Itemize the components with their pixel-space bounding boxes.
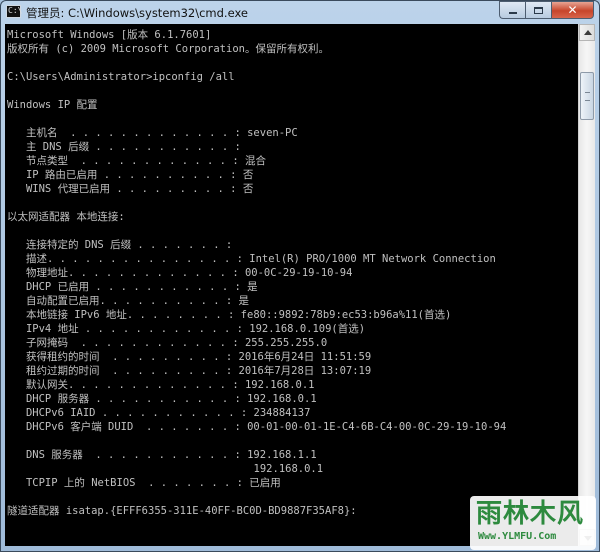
- console-line: 版权所有 (c) 2009 Microsoft Corporation。保留所有…: [7, 43, 329, 55]
- close-icon: ✕: [567, 3, 578, 17]
- console-line: DHCPv6 IAID . . . . . . . . . . . : 2348…: [7, 407, 311, 419]
- grip-icon: [585, 92, 590, 101]
- console-line: Windows IP 配置: [7, 99, 98, 111]
- watermark-url: Www.YLMFU.Com: [478, 531, 557, 542]
- console-line: 默认网关. . . . . . . . . . . . . : 192.168.…: [7, 379, 315, 391]
- console-line: 描述. . . . . . . . . . . . . . . : Intel(…: [7, 253, 496, 265]
- site-watermark: 雨林木风 Www.YLMFU.Com: [470, 496, 596, 550]
- window-title: 管理员: C:\Windows\system32\cmd.exe: [26, 6, 248, 20]
- console-line: IPv4 地址 . . . . . . . . . . . . : 192.16…: [7, 323, 366, 335]
- window-controls: ✕: [499, 1, 594, 19]
- console-line: 节点类型 . . . . . . . . . . . . : 混合: [7, 155, 266, 167]
- console-line: DHCPv6 客户端 DUID . . . . . . . : 00-01-00…: [7, 421, 507, 433]
- minimize-icon: [508, 12, 517, 14]
- console-line: 物理地址. . . . . . . . . . . . . : 00-0C-29…: [7, 267, 353, 279]
- console-line: 子网掩码 . . . . . . . . . . . . : 255.255.2…: [7, 337, 328, 349]
- console-line: WINS 代理已启用 . . . . . . . . . : 否: [7, 183, 254, 195]
- console-line: 获得租约的时间 . . . . . . . . . : 2016年6月24日 1…: [7, 351, 372, 363]
- console-line: C:\Users\Administrator>ipconfig /all: [7, 71, 235, 83]
- console-line: 本地链接 IPv6 地址. . . . . . . . : fe80::9892…: [7, 309, 452, 321]
- console-line: TCPIP 上的 NetBIOS . . . . . . . : 已启用: [7, 477, 281, 489]
- title-bar[interactable]: C:\ 管理员: C:\Windows\system32\cmd.exe ✕: [1, 1, 599, 24]
- console-line: 以太网适配器 本地连接:: [7, 211, 125, 223]
- console-line: DHCP 服务器 . . . . . . . . . . . : 192.168…: [7, 393, 317, 405]
- maximize-icon: [534, 6, 543, 14]
- console-line: 192.168.0.1: [7, 463, 324, 475]
- console-output[interactable]: Microsoft Windows [版本 6.1.7601] 版权所有 (c) …: [5, 24, 578, 546]
- minimize-button[interactable]: [499, 1, 525, 19]
- cmd-icon[interactable]: C:\: [6, 5, 22, 18]
- maximize-button[interactable]: [525, 1, 551, 19]
- console-window: C:\ 管理员: C:\Windows\system32\cmd.exe ✕ M…: [0, 0, 600, 552]
- console-line: 主 DNS 后缀 . . . . . . . . . . . :: [7, 141, 241, 153]
- console-line: 隧道适配器 isatap.{EFFF6355-311E-40FF-BC0D-BD…: [7, 505, 357, 517]
- console-line: 主机名 . . . . . . . . . . . . . : seven-PC: [7, 127, 298, 139]
- scroll-up-arrow-icon: [584, 30, 592, 35]
- console-line: 连接特定的 DNS 后缀 . . . . . . . :: [7, 239, 233, 251]
- vertical-scrollbar[interactable]: [578, 24, 595, 546]
- scrollbar-thumb[interactable]: [580, 72, 594, 120]
- close-button[interactable]: ✕: [551, 1, 594, 19]
- console-line: DNS 服务器 . . . . . . . . . . . : 192.168.…: [7, 449, 317, 461]
- console-line: 租约过期的时间 . . . . . . . . . : 2016年7月28日 1…: [7, 365, 372, 377]
- scroll-up-button[interactable]: [579, 24, 595, 41]
- console-line: DHCP 已启用 . . . . . . . . . . . : 是: [7, 281, 258, 293]
- console-line: Microsoft Windows [版本 6.1.7601]: [7, 29, 212, 41]
- watermark-logo: 雨林木风: [476, 499, 585, 529]
- console-line: IP 路由已启用 . . . . . . . . . . : 否: [7, 169, 254, 181]
- console-line: 自动配置已启用. . . . . . . . . . : 是: [7, 295, 250, 307]
